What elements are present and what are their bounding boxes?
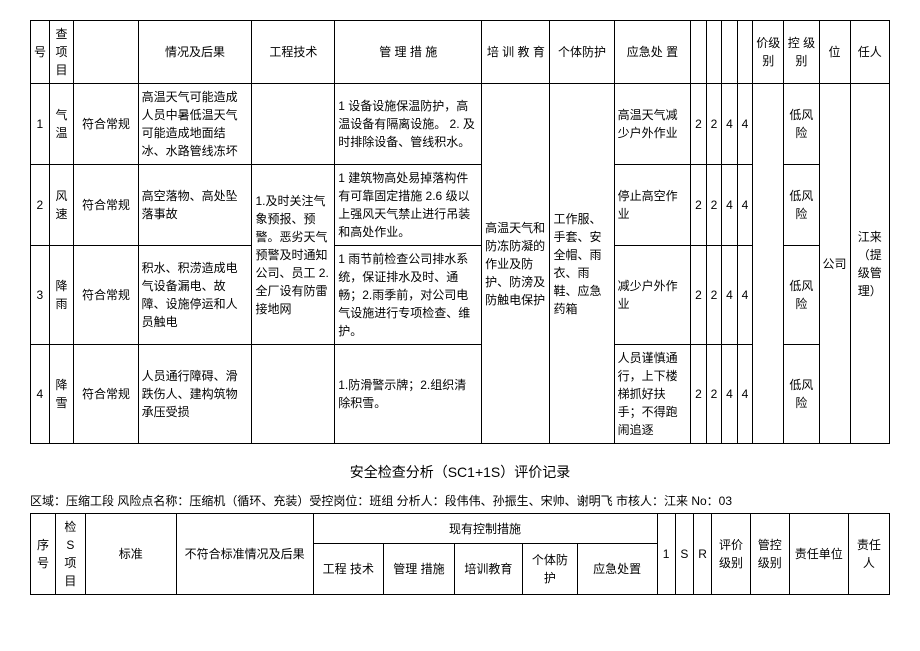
hdr2-eval: 评价 级别 — [712, 514, 751, 595]
hdr-protection: 个体防护 — [550, 21, 614, 84]
risk-table-1: 号 查 项 目 情况及后果 工程技术 管 理 措 施 培 训 教 育 个体防护 … — [30, 20, 890, 444]
cell-n2: 2 — [706, 84, 722, 165]
section2-title: 安全检查分析（SC1+1S）评价记录 — [30, 462, 890, 482]
cell-standard: 符合常规 — [74, 345, 138, 444]
table2-header-row1: 序 号 检 S 项 目 标准 不符合标准情况及后果 现有控制措施 1 S R 评… — [31, 514, 890, 544]
cell-standard: 符合常规 — [74, 246, 138, 345]
cell-emergency: 人员谨慎通行，上下楼梯抓好扶手；不得跑闹追逐 — [614, 345, 691, 444]
hdr-person: 任人 — [850, 21, 889, 84]
cell-ctrl: 低风险 — [784, 165, 819, 246]
hdr2-prot: 个体防 护 — [523, 544, 578, 595]
cell-training-merged: 高温天气和防冻防凝的作业及防护、防滂及防触电保护 — [482, 84, 550, 444]
hdr-check-item: 查 项 目 — [49, 21, 74, 84]
cell-n1: 2 — [691, 84, 707, 165]
cell-seq: 2 — [31, 165, 50, 246]
hdr2-standard: 标准 — [85, 514, 176, 595]
cell-n2: 2 — [706, 165, 722, 246]
cell-n3: 4 — [722, 345, 738, 444]
cell-price-level-merged — [753, 84, 784, 444]
cell-n1: 2 — [691, 345, 707, 444]
hdr2-eng: 工程 技术 — [313, 544, 384, 595]
hdr2-train: 培训教育 — [454, 544, 522, 595]
cell-seq: 4 — [31, 345, 50, 444]
cell-standard: 符合常规 — [74, 165, 138, 246]
hdr2-seq: 序 号 — [31, 514, 56, 595]
hdr2-situation: 不符合标准情况及后果 — [176, 514, 313, 595]
hdr2-unit: 责任单位 — [789, 514, 848, 595]
cell-management: 1 建筑物高处易掉落构件有可靠固定措施 2.6 级以上强风天气禁止进行吊装和高处… — [335, 165, 482, 246]
cell-item: 气温 — [49, 84, 74, 165]
hdr-emergency: 应急处 置 — [614, 21, 691, 84]
cell-engineering — [252, 345, 335, 444]
hdr-seq: 号 — [31, 21, 50, 84]
cell-person-merged: 江来（提级管理） — [850, 84, 889, 444]
risk-table-2: 序 号 检 S 项 目 标准 不符合标准情况及后果 现有控制措施 1 S R 评… — [30, 513, 890, 595]
cell-n3: 4 — [722, 84, 738, 165]
hdr-n1 — [691, 21, 707, 84]
cell-n3: 4 — [722, 165, 738, 246]
hdr2-emerg: 应急处置 — [577, 544, 657, 595]
cell-n3: 4 — [722, 246, 738, 345]
cell-management: 1 设备设施保温防护，高温设备有隔离设施。 2. 及时排除设备、管线积水。 — [335, 84, 482, 165]
cell-protection-merged: 工作服、手套、安全帽、雨衣、雨鞋、应急药箱 — [550, 84, 614, 444]
hdr-situation: 情况及后果 — [138, 21, 252, 84]
cell-ctrl: 低风险 — [784, 345, 819, 444]
hdr2-person: 责任 人 — [848, 514, 889, 595]
table1-header-row: 号 查 项 目 情况及后果 工程技术 管 理 措 施 培 训 教 育 个体防护 … — [31, 21, 890, 84]
cell-standard: 符合常规 — [74, 84, 138, 165]
hdr-n3 — [722, 21, 738, 84]
cell-emergency: 停止高空作业 — [614, 165, 691, 246]
cell-situation: 积水、积涝造成电气设备漏电、故障、设施停运和人员触电 — [138, 246, 252, 345]
hdr-engineering: 工程技术 — [252, 21, 335, 84]
cell-item: 风速 — [49, 165, 74, 246]
hdr2-mgmt: 管理 措施 — [384, 544, 455, 595]
cell-n4: 4 — [737, 345, 753, 444]
cell-engineering-merged: 1.及时关注气象预报、预警。恶劣天气预警及时通知公司、员工 2.全厂设有防雷接地… — [252, 165, 335, 345]
hdr-ctrl-level: 控 级 别 — [784, 21, 819, 84]
cell-management: 1 雨节前检查公司排水系统，保证排水及时、通畅；2.雨季前，对公司电气设施进行专… — [335, 246, 482, 345]
cell-item: 降雨 — [49, 246, 74, 345]
cell-situation: 高空落物、高处坠落事故 — [138, 165, 252, 246]
cell-item: 降雪 — [49, 345, 74, 444]
cell-situation: 人员通行障碍、滑跌伤人、建构筑物承压受损 — [138, 345, 252, 444]
cell-seq: 1 — [31, 84, 50, 165]
cell-n4: 4 — [737, 246, 753, 345]
hdr-n4 — [737, 21, 753, 84]
hdr-price-level: 价级 别 — [753, 21, 784, 84]
hdr-management: 管 理 措 施 — [335, 21, 482, 84]
cell-n4: 4 — [737, 84, 753, 165]
hdr2-s: S — [675, 514, 693, 595]
hdr-blank1 — [74, 21, 138, 84]
cell-n2: 2 — [706, 345, 722, 444]
hdr2-ctrl: 管控 级别 — [750, 514, 789, 595]
hdr-unit: 位 — [819, 21, 850, 84]
table-row: 1 气温 符合常规 高温天气可能造成人员中暑低温天气可能造成地面结冰、水路管线冻… — [31, 84, 890, 165]
cell-n2: 2 — [706, 246, 722, 345]
hdr2-r: R — [693, 514, 711, 595]
hdr-training: 培 训 教 育 — [482, 21, 550, 84]
cell-emergency: 高温天气减少户外作业 — [614, 84, 691, 165]
cell-emergency: 减少户外作业 — [614, 246, 691, 345]
cell-n1: 2 — [691, 246, 707, 345]
hdr2-current: 现有控制措施 — [313, 514, 657, 544]
cell-n4: 4 — [737, 165, 753, 246]
cell-ctrl: 低风险 — [784, 84, 819, 165]
cell-ctrl: 低风险 — [784, 246, 819, 345]
cell-unit-merged: 公司 — [819, 84, 850, 444]
section2-meta: 区域：压缩工段 风险点名称：压缩机（循环、充装）受控岗位：班组 分析人：段伟伟、… — [30, 492, 890, 509]
cell-management: 1.防滑警示牌；2.组织清除积雪。 — [335, 345, 482, 444]
hdr2-one: 1 — [657, 514, 675, 595]
cell-seq: 3 — [31, 246, 50, 345]
hdr2-sitem: 检 S 项 目 — [56, 514, 86, 595]
cell-situation: 高温天气可能造成人员中暑低温天气可能造成地面结冰、水路管线冻坏 — [138, 84, 252, 165]
cell-engineering — [252, 84, 335, 165]
cell-n1: 2 — [691, 165, 707, 246]
hdr-n2 — [706, 21, 722, 84]
